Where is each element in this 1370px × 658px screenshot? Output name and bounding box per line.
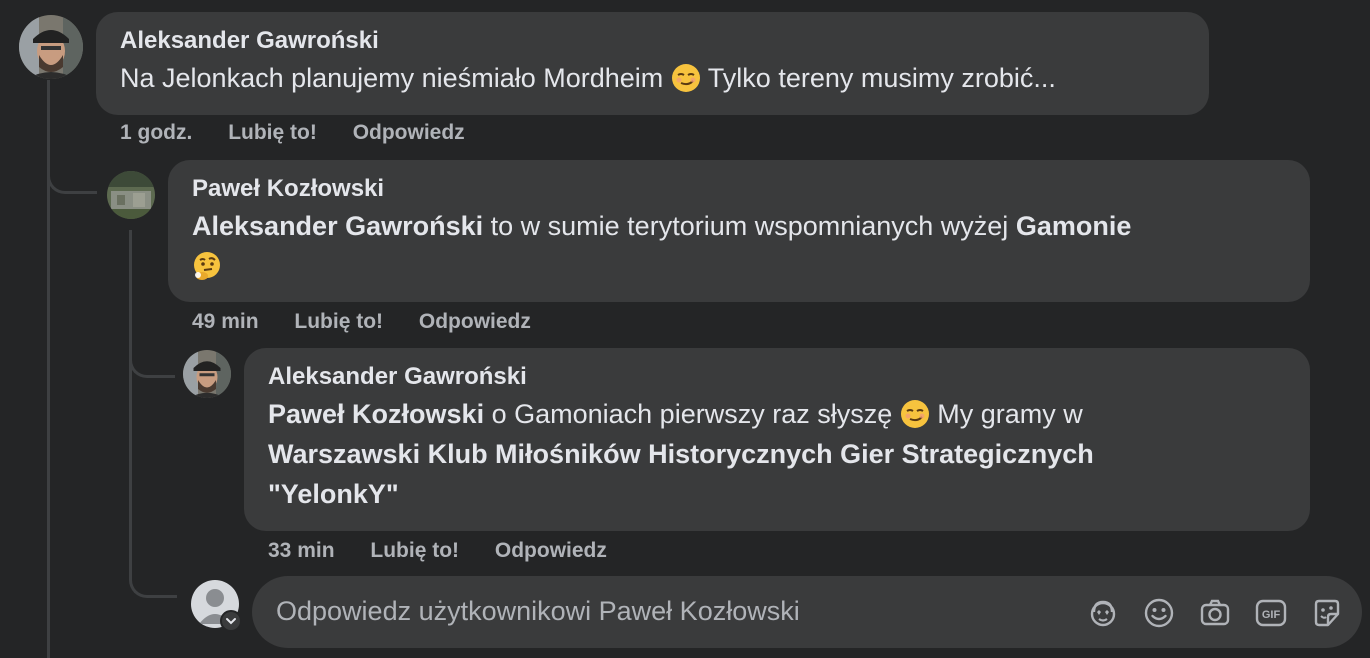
comment-bubble: Aleksander Gawroński Paweł Kozłowski o G…: [244, 348, 1310, 531]
mention-link[interactable]: Gamonie: [1016, 211, 1132, 241]
mention-link[interactable]: Paweł Kozłowski: [268, 399, 484, 429]
comment-author[interactable]: Paweł Kozłowski: [192, 174, 1286, 204]
reply-input[interactable]: Odpowiedz użytkownikowi Paweł Kozłowski …: [252, 576, 1362, 648]
smirk-emoji-icon: [671, 64, 700, 92]
comment-time[interactable]: 49 min: [192, 310, 259, 333]
avatar[interactable]: [107, 171, 155, 219]
thread-line-nested: [129, 230, 132, 570]
thread-connector-3-curve: [129, 570, 177, 598]
thread-connector-1-curve: [47, 166, 97, 194]
like-button[interactable]: Lubię to!: [228, 121, 317, 144]
account-switch-chevron[interactable]: [220, 610, 242, 632]
like-button[interactable]: Lubię to!: [370, 539, 459, 562]
emoji-icon[interactable]: [1142, 596, 1176, 630]
comment-bubble: Aleksander Gawroński Na Jelonkach planuj…: [96, 12, 1209, 115]
comment-actions: 1 godz. Lubię to! Odpowiedz: [120, 119, 495, 147]
comment-text-part: o Gamoniach pierwszy raz słyszę: [491, 399, 893, 429]
mention-link[interactable]: Warszawski Klub Miłośników Historycznych…: [268, 434, 1228, 514]
avatar-sticker-icon[interactable]: [1086, 596, 1120, 630]
comment-text: Na Jelonkach planujemy nieśmiało Mordhei…: [120, 58, 1185, 98]
comment-text: Aleksander Gawroński to w sumie terytori…: [192, 206, 1286, 286]
comment-text: Paweł Kozłowski o Gamoniach pierwszy raz…: [268, 394, 1286, 514]
avatar-photo-icon: [19, 15, 83, 79]
chevron-down-icon: [226, 618, 236, 625]
comment-time[interactable]: 33 min: [268, 539, 335, 562]
mention-link[interactable]: Aleksander Gawroński: [192, 211, 483, 241]
avatar-photo-icon: [107, 171, 155, 219]
comment-text-part: Na Jelonkach planujemy nieśmiało Mordhei…: [120, 63, 664, 93]
comment-text-part: Tylko tereny musimy zrobić...: [707, 63, 1056, 93]
comment-actions: 33 min Lubię to! Odpowiedz: [268, 537, 637, 565]
comment-author[interactable]: Aleksander Gawroński: [120, 26, 1185, 56]
smirk-emoji-icon: [900, 400, 929, 428]
avatar[interactable]: [19, 15, 83, 79]
like-button[interactable]: Lubię to!: [294, 310, 383, 333]
avatar-photo-icon: [183, 350, 231, 398]
comment-actions: 49 min Lubię to! Odpowiedz: [192, 308, 561, 336]
comment-author[interactable]: Aleksander Gawroński: [268, 362, 1286, 392]
avatar[interactable]: [183, 350, 231, 398]
reply-button[interactable]: Odpowiedz: [495, 539, 607, 562]
comment-time[interactable]: 1 godz.: [120, 121, 192, 144]
comment-text-part: to w sumie terytorium wspomnianych wyżej: [490, 211, 1009, 241]
sticker-icon[interactable]: [1310, 596, 1344, 630]
svg-text:GIF: GIF: [1262, 609, 1281, 621]
reply-input-placeholder: Odpowiedz użytkownikowi Paweł Kozłowski: [276, 596, 800, 626]
camera-icon[interactable]: [1198, 596, 1232, 630]
gif-icon[interactable]: GIF: [1254, 596, 1288, 630]
reply-button[interactable]: Odpowiedz: [353, 121, 465, 144]
reply-button[interactable]: Odpowiedz: [419, 310, 531, 333]
thread-connector-2-curve: [129, 348, 175, 378]
comment-text-part: My gramy w: [937, 399, 1083, 429]
thinking-emoji-icon: [194, 252, 220, 280]
comment-bubble: Paweł Kozłowski Aleksander Gawroński to …: [168, 160, 1310, 302]
